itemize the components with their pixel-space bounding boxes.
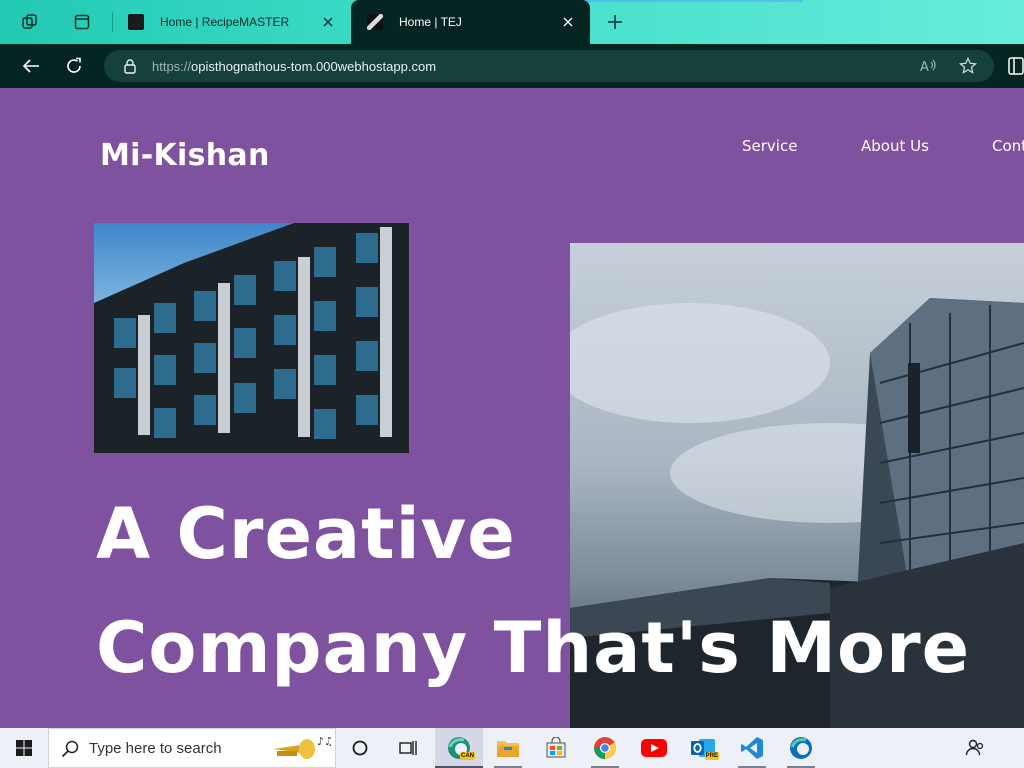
taskbar-app-edge[interactable] bbox=[777, 728, 825, 768]
search-highlight-trumpet-icon: ♪♫ bbox=[273, 735, 331, 759]
svg-text:♪♫: ♪♫ bbox=[317, 735, 331, 748]
canary-badge: CAN bbox=[460, 752, 475, 760]
windows-logo-icon bbox=[16, 740, 32, 756]
workspaces-icon[interactable] bbox=[16, 8, 44, 36]
back-button[interactable] bbox=[16, 52, 46, 80]
nav-link-service[interactable]: Service bbox=[742, 137, 797, 155]
favorite-star-icon[interactable] bbox=[958, 56, 978, 76]
vs-code-icon bbox=[741, 737, 763, 759]
tab-recipemaster[interactable]: Home | RecipeMASTER bbox=[112, 0, 350, 44]
site-logo[interactable]: Mi-Kishan bbox=[100, 138, 270, 173]
tab-tej[interactable]: Home | TEJ bbox=[351, 0, 590, 44]
taskbar: Type here to search ♪♫ CAN PRE bbox=[0, 728, 1024, 768]
search-placeholder: Type here to search bbox=[89, 739, 222, 757]
taskbar-app-outlook[interactable]: PRE bbox=[679, 728, 727, 768]
nav-link-contact[interactable]: Cont bbox=[992, 137, 1024, 155]
tab-actions-icon[interactable] bbox=[68, 8, 96, 36]
back-arrow-icon bbox=[22, 59, 39, 73]
chrome-icon bbox=[594, 737, 616, 759]
taskbar-app-file-explorer[interactable] bbox=[484, 728, 532, 768]
taskbar-app-chrome[interactable] bbox=[581, 728, 629, 768]
close-icon[interactable] bbox=[560, 14, 576, 30]
taskbar-app-microsoft-store[interactable] bbox=[532, 728, 580, 768]
browser-toolbar: https://opisthognathous-tom.000webhostap… bbox=[0, 44, 1024, 88]
cortana-circle-icon bbox=[352, 740, 368, 756]
nav-link-about-us[interactable]: About Us bbox=[861, 137, 929, 155]
refresh-icon bbox=[67, 57, 81, 73]
taskbar-app-edge-canary[interactable]: CAN bbox=[435, 728, 483, 768]
preview-badge: PRE bbox=[704, 752, 719, 760]
hero-headline-line-1: A Creative bbox=[96, 493, 516, 575]
start-button[interactable] bbox=[0, 728, 48, 768]
tej-favicon-icon bbox=[367, 14, 383, 30]
plus-icon bbox=[608, 15, 622, 29]
search-icon bbox=[61, 740, 79, 758]
url-scheme: https:// bbox=[152, 58, 192, 74]
tab-title: Home | TEJ bbox=[399, 15, 462, 29]
recipemaster-favicon-icon bbox=[128, 14, 144, 30]
cortana-button[interactable] bbox=[336, 728, 384, 768]
folder-icon bbox=[497, 741, 519, 757]
tab-strip: Home | RecipeMASTER Home | TEJ bbox=[0, 0, 1024, 44]
svg-text:A: A bbox=[920, 60, 929, 74]
close-icon[interactable] bbox=[320, 14, 336, 30]
youtube-icon bbox=[641, 739, 667, 757]
tab-accent-line bbox=[563, 0, 803, 2]
new-tab-button[interactable] bbox=[601, 8, 629, 36]
hero-image-facade bbox=[94, 223, 409, 453]
refresh-button[interactable] bbox=[59, 52, 89, 80]
sidebar-toggle-icon[interactable] bbox=[1008, 56, 1024, 76]
url-host: opisthognathous-tom.000webhostapp.com bbox=[191, 58, 437, 74]
taskbar-app-youtube[interactable] bbox=[630, 728, 678, 768]
web-page: Mi-Kishan Service About Us Cont A Creati… bbox=[0, 88, 1024, 728]
read-aloud-icon[interactable]: A bbox=[918, 56, 938, 76]
people-icon[interactable] bbox=[965, 738, 985, 758]
taskbar-search-box[interactable]: Type here to search ♪♫ bbox=[48, 728, 336, 768]
lock-icon[interactable] bbox=[122, 58, 138, 74]
tab-title: Home | RecipeMASTER bbox=[160, 15, 290, 29]
task-view-icon bbox=[399, 741, 417, 755]
store-bag-icon bbox=[546, 737, 566, 758]
address-bar[interactable]: https://opisthognathous-tom.000webhostap… bbox=[104, 50, 994, 82]
task-view-button[interactable] bbox=[384, 728, 432, 768]
edge-icon bbox=[790, 737, 812, 759]
hero-headline-line-2: Company That's More bbox=[96, 607, 971, 689]
taskbar-app-vs-code[interactable] bbox=[728, 728, 776, 768]
